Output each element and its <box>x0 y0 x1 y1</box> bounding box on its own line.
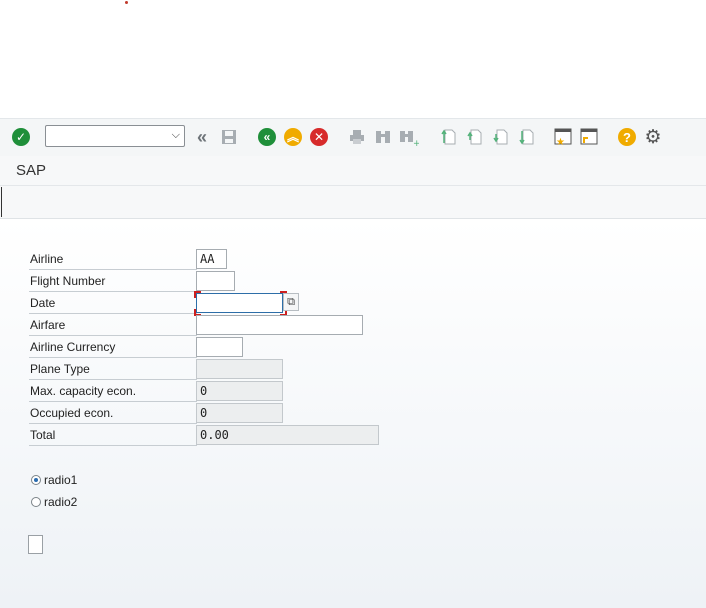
occupied-field: 0 <box>196 403 283 423</box>
focus-corner <box>194 291 201 298</box>
radio1-button[interactable] <box>31 475 41 485</box>
settings-icon[interactable]: ⚙ <box>643 127 663 148</box>
occupied-label: Occupied econ. <box>30 406 114 420</box>
last-page-icon[interactable] <box>516 127 536 147</box>
first-page-icon[interactable] <box>438 127 458 147</box>
radio1-label: radio1 <box>44 473 78 487</box>
empty-input-box[interactable] <box>28 535 43 554</box>
radio1-option[interactable]: radio1 <box>31 473 77 487</box>
title-bar: SAP <box>0 156 706 186</box>
occupied-row: Occupied econ. <box>29 403 197 424</box>
radio2-option[interactable]: radio2 <box>31 495 77 509</box>
flight-number-row: Flight Number <box>29 271 197 292</box>
date-label: Date <box>30 296 56 310</box>
airfare-row: Airfare <box>29 315 197 336</box>
date-field[interactable] <box>196 293 283 313</box>
text-cursor <box>1 187 2 217</box>
application-toolbar <box>0 186 706 219</box>
value-help-icon[interactable]: ⧉ <box>283 293 299 311</box>
previous-page-icon[interactable] <box>464 127 484 147</box>
max-capacity-label: Max. capacity econ. <box>30 384 137 398</box>
max-capacity-row: Max. capacity econ. <box>29 381 197 402</box>
airline-row: Airline <box>29 249 197 270</box>
airline-currency-row: Airline Currency <box>29 337 197 358</box>
radio2-button[interactable] <box>31 497 41 507</box>
airline-currency-field[interactable] <box>196 337 243 357</box>
shortcut-icon[interactable] <box>579 127 599 147</box>
total-label: Total <box>30 428 56 442</box>
airline-field[interactable]: AA <box>196 249 227 269</box>
page-title: SAP <box>16 162 47 179</box>
date-row: Date <box>29 293 197 314</box>
marker-dot <box>125 1 128 4</box>
find-icon[interactable] <box>373 127 393 147</box>
radio2-label: radio2 <box>44 495 78 509</box>
back-icon[interactable]: « <box>257 127 277 147</box>
total-row: Total <box>29 425 197 446</box>
help-icon[interactable]: ? <box>617 127 637 147</box>
create-session-icon[interactable]: ★ <box>553 127 573 147</box>
exit-icon[interactable]: ︽ <box>283 127 303 147</box>
next-page-icon[interactable] <box>490 127 510 147</box>
airfare-field[interactable] <box>196 315 363 335</box>
max-capacity-field: 0 <box>196 381 283 401</box>
plane-type-field <box>196 359 283 379</box>
print-icon[interactable] <box>347 127 367 147</box>
total-field: 0.00 <box>196 425 379 445</box>
svg-text:★: ★ <box>556 137 565 147</box>
check-icon[interactable]: ✓ <box>11 127 31 147</box>
svg-text:+: + <box>413 139 419 146</box>
find-next-icon[interactable]: + <box>399 127 419 147</box>
plane-type-row: Plane Type <box>29 359 197 380</box>
flight-number-field[interactable] <box>196 271 235 291</box>
cancel-icon[interactable]: ✕ <box>309 127 329 147</box>
chevron-down-icon: ⌵ <box>171 129 180 141</box>
plane-type-label: Plane Type <box>30 362 90 376</box>
flight-number-label: Flight Number <box>30 274 106 288</box>
airline-currency-label: Airline Currency <box>30 340 116 354</box>
airline-label: Airline <box>30 252 64 266</box>
back-double-icon[interactable]: « <box>192 127 212 147</box>
command-field[interactable]: ⌵ <box>45 125 185 147</box>
save-icon[interactable] <box>219 127 239 147</box>
airfare-label: Airfare <box>30 318 66 332</box>
